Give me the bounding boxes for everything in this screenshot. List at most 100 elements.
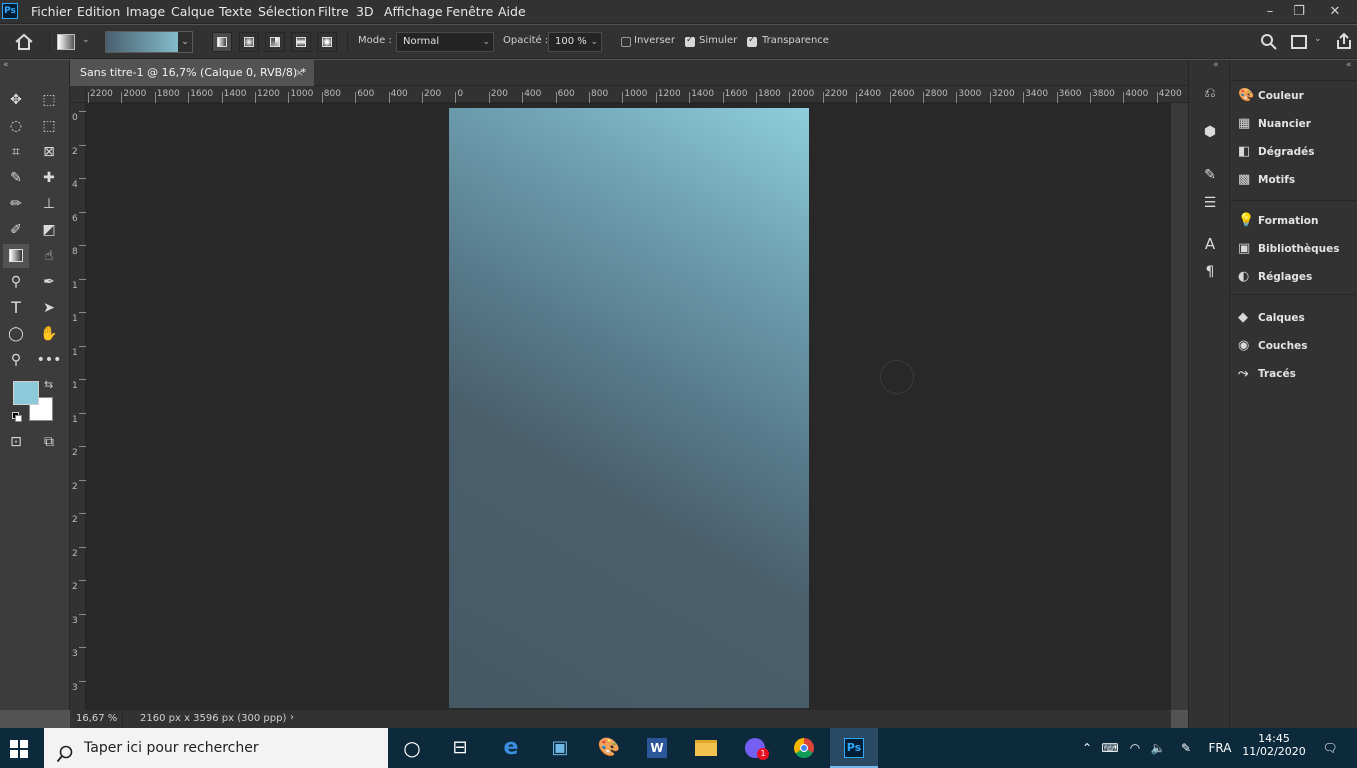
panel-calques[interactable]: ◆ Calques bbox=[1238, 310, 1305, 330]
menu-selection[interactable]: Sélection bbox=[258, 4, 316, 19]
panel-motifs[interactable]: ▩ Motifs bbox=[1238, 172, 1295, 192]
angle-gradient-button[interactable] bbox=[265, 32, 285, 52]
gradient-tool-preset-icon[interactable] bbox=[57, 34, 75, 50]
ellipse-tool-icon[interactable]: ◯ bbox=[3, 322, 29, 346]
word-icon[interactable]: W bbox=[633, 728, 681, 768]
radial-gradient-button[interactable] bbox=[239, 32, 259, 52]
character-icon[interactable]: A bbox=[1200, 234, 1220, 254]
menu-affichage[interactable]: Affichage bbox=[384, 4, 443, 19]
zoom-tool-icon[interactable]: ⚲ bbox=[3, 348, 29, 372]
opacity-input[interactable]: 100 % ⌄ bbox=[548, 32, 602, 52]
edge-icon[interactable]: e bbox=[487, 728, 535, 768]
show-hidden-icons-icon[interactable]: ⌃ bbox=[1078, 728, 1096, 768]
menu-edition[interactable]: Edition bbox=[77, 4, 120, 19]
zoom-level[interactable]: 16,67 % bbox=[76, 713, 117, 724]
history-brush-tool-icon[interactable]: ✐ bbox=[3, 218, 29, 242]
smudge-tool-icon[interactable]: ☝ bbox=[36, 244, 62, 268]
path-selection-tool-icon[interactable]: ➤ bbox=[36, 296, 62, 320]
share-icon[interactable] bbox=[1335, 32, 1353, 50]
windows-start-icon[interactable] bbox=[10, 740, 28, 758]
pen-workspace-icon[interactable]: ✎ bbox=[1176, 728, 1196, 768]
quick-mask-icon[interactable]: ⊡ bbox=[3, 430, 29, 454]
menu-image[interactable]: Image bbox=[126, 4, 165, 19]
collapse-icon[interactable]: « bbox=[3, 60, 9, 70]
keyboard-icon[interactable]: ⌨ bbox=[1100, 728, 1120, 768]
close-tab-icon[interactable]: × bbox=[295, 60, 304, 86]
eyedropper-tool-icon[interactable]: ✎ bbox=[3, 166, 29, 190]
crop-tool-icon[interactable]: ⌗ bbox=[3, 140, 29, 164]
status-menu-arrow-icon[interactable]: › bbox=[290, 712, 294, 723]
search-icon[interactable] bbox=[1260, 33, 1278, 51]
cortana-icon[interactable]: ○ bbox=[388, 728, 436, 768]
healing-brush-tool-icon[interactable]: ✚ bbox=[36, 166, 62, 190]
clock[interactable]: 14:45 11/02/2020 bbox=[1242, 732, 1306, 766]
properties-icon[interactable]: ☰ bbox=[1200, 193, 1220, 213]
move-tool-icon[interactable]: ✥ bbox=[3, 88, 29, 112]
notification-center-icon[interactable]: 🗨 bbox=[1316, 728, 1344, 768]
paragraph-icon[interactable]: ¶ bbox=[1200, 262, 1220, 282]
document-canvas[interactable] bbox=[449, 108, 809, 708]
panel-couleur[interactable]: 🎨 Couleur bbox=[1238, 88, 1304, 108]
menu-texte[interactable]: Texte bbox=[219, 4, 252, 19]
home-icon[interactable] bbox=[14, 33, 34, 51]
marquee-tool-icon[interactable]: ⬚ bbox=[36, 88, 62, 112]
default-colors-icon[interactable] bbox=[12, 412, 22, 422]
vertical-scrollbar[interactable] bbox=[1171, 103, 1188, 710]
pen-tool-icon[interactable]: ✒ bbox=[36, 270, 62, 294]
photoshop-logo-icon[interactable]: Ps bbox=[2, 3, 18, 19]
menu-fichier[interactable]: Fichier bbox=[31, 4, 72, 19]
hand-tool-icon[interactable]: ✋ bbox=[36, 322, 62, 346]
collapse-icon[interactable]: « bbox=[1213, 60, 1219, 70]
chevron-down-icon[interactable]: ⌄ bbox=[178, 32, 192, 52]
mode-select[interactable]: Normal ⌄ bbox=[396, 32, 494, 52]
panel-traces[interactable]: ⤳ Tracés bbox=[1238, 366, 1296, 386]
panel-couches[interactable]: ◉ Couches bbox=[1238, 338, 1307, 358]
object-selection-tool-icon[interactable]: ⬚ bbox=[36, 114, 62, 138]
simuler-checkbox[interactable] bbox=[685, 35, 695, 47]
panel-degrades[interactable]: ◧ Dégradés bbox=[1238, 144, 1315, 164]
gradient-picker[interactable]: ⌄ bbox=[105, 31, 193, 53]
panel-bibliotheques[interactable]: ▣ Bibliothèques bbox=[1238, 241, 1340, 261]
lasso-tool-icon[interactable]: ◌ bbox=[3, 114, 29, 138]
frame-tool-icon[interactable]: ⊠ bbox=[36, 140, 62, 164]
language-indicator[interactable]: FRA bbox=[1204, 728, 1236, 768]
eraser-tool-icon[interactable]: ◩ bbox=[36, 218, 62, 242]
photoshop-taskbar-button[interactable]: Ps bbox=[830, 728, 878, 768]
ruler-origin[interactable] bbox=[70, 86, 86, 103]
chevron-down-icon[interactable]: ⌄ bbox=[82, 35, 90, 45]
screen-mode-icon[interactable]: ⧉ bbox=[36, 430, 62, 454]
panel-nuancier[interactable]: ▦ Nuancier bbox=[1238, 116, 1311, 136]
brush-tool-icon[interactable]: ✏ bbox=[3, 192, 29, 216]
brush-settings-icon[interactable]: ✎ bbox=[1200, 165, 1220, 185]
panel-formation[interactable]: 💡 Formation bbox=[1238, 213, 1318, 233]
file-explorer-icon[interactable] bbox=[682, 728, 730, 768]
swap-colors-icon[interactable]: ⇆ bbox=[44, 378, 53, 391]
menu-fenetre[interactable]: Fenêtre bbox=[446, 4, 493, 19]
gradient-tool-icon[interactable] bbox=[3, 244, 29, 268]
panel-reglages[interactable]: ◐ Réglages bbox=[1238, 269, 1312, 289]
collapse-icon[interactable]: « bbox=[1346, 60, 1352, 70]
chrome-icon[interactable] bbox=[780, 728, 828, 768]
more-tools-icon[interactable]: ••• bbox=[36, 348, 62, 372]
linear-gradient-button[interactable] bbox=[212, 32, 232, 52]
transparence-checkbox[interactable] bbox=[747, 35, 757, 47]
minimize-button[interactable]: – bbox=[1255, 2, 1285, 22]
3d-icon[interactable]: ⬢ bbox=[1200, 122, 1220, 142]
reflected-gradient-button[interactable] bbox=[291, 32, 311, 52]
workspace-icon[interactable] bbox=[1291, 35, 1307, 49]
control-panel-icon[interactable]: ▣ bbox=[536, 728, 584, 768]
volume-icon[interactable]: 🔈 bbox=[1148, 728, 1168, 768]
viber-icon[interactable]: 1 bbox=[731, 728, 779, 768]
wifi-icon[interactable]: ◠ bbox=[1125, 728, 1145, 768]
foreground-color-swatch[interactable] bbox=[13, 381, 39, 405]
clone-stamp-tool-icon[interactable]: ⊥ bbox=[36, 192, 62, 216]
menu-3d[interactable]: 3D bbox=[356, 4, 374, 19]
restore-button[interactable]: ❐ bbox=[1284, 2, 1314, 22]
dodge-tool-icon[interactable]: ⚲ bbox=[3, 270, 29, 294]
horizontal-ruler[interactable]: 2200 2000 1800 1600 1400 1200 1000 800 600 400 200… bbox=[70, 86, 1188, 103]
close-button[interactable]: ✕ bbox=[1320, 2, 1350, 22]
menu-filtre[interactable]: Filtre bbox=[318, 4, 349, 19]
type-tool-icon[interactable]: T bbox=[3, 296, 29, 320]
menu-aide[interactable]: Aide bbox=[498, 4, 526, 19]
task-view-icon[interactable]: ⊟ bbox=[436, 728, 484, 768]
